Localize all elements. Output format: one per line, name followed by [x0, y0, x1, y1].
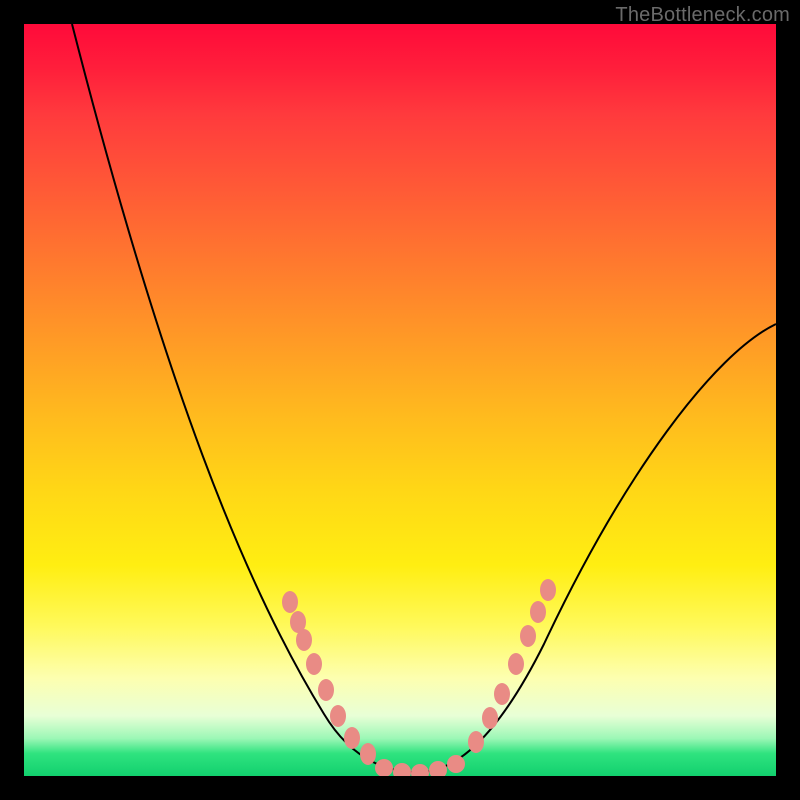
marker-dot [318, 679, 334, 701]
marker-dot [375, 759, 393, 776]
marker-dot [429, 761, 447, 776]
marker-dot [447, 755, 465, 773]
left-band-markers [282, 591, 376, 765]
curve-layer [72, 24, 776, 772]
marker-dot [330, 705, 346, 727]
marker-dot [360, 743, 376, 765]
marker-dot [520, 625, 536, 647]
bottleneck-curve [72, 24, 776, 772]
marker-dot [344, 727, 360, 749]
chart-svg [24, 24, 776, 776]
marker-dot [282, 591, 298, 613]
marker-dot [468, 731, 484, 753]
marker-dot [482, 707, 498, 729]
marker-dot [540, 579, 556, 601]
marker-dot [508, 653, 524, 675]
marker-dot [296, 629, 312, 651]
marker-dot [411, 764, 429, 776]
right-band-markers [468, 579, 556, 753]
marker-dot [306, 653, 322, 675]
valley-markers [375, 755, 465, 776]
chart-plot-area [24, 24, 776, 776]
marker-dot [530, 601, 546, 623]
marker-dot [393, 763, 411, 776]
marker-dot [494, 683, 510, 705]
watermark-text: TheBottleneck.com [615, 4, 790, 27]
